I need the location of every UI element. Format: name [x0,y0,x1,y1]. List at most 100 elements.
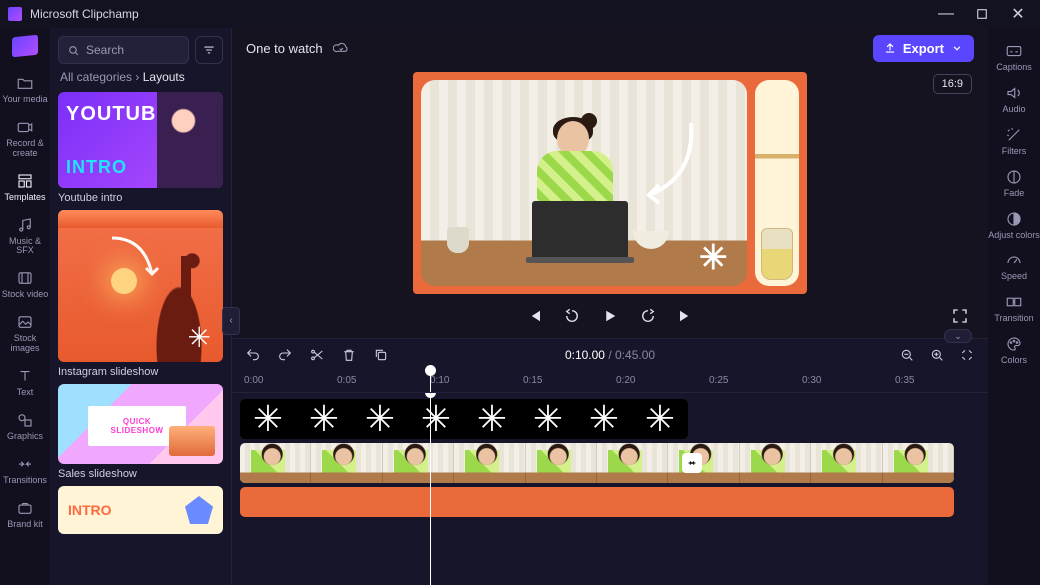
fade-icon [1005,168,1023,186]
split-button[interactable] [308,346,326,364]
nav-graphics[interactable]: Graphics [0,405,50,447]
prop-audio[interactable]: Audio [988,78,1040,120]
seek-forward-button[interactable] [638,306,658,326]
thumb-text: SLIDESHOW [111,426,164,435]
duplicate-button[interactable] [372,346,390,364]
music-note-icon [16,216,34,234]
nav-your-media[interactable]: Your media [0,68,50,110]
nav-brand-kit[interactable]: Brand kit [0,493,50,535]
title-bar: Microsoft Clipchamp — ✕ [0,0,1040,28]
clipchamp-logo-icon[interactable] [12,35,38,58]
template-thumb[interactable]: YOUTUBEINTRO [58,92,223,188]
shape-icon [185,496,213,524]
nav-stock-video[interactable]: Stock video [0,263,50,305]
skip-start-button[interactable] [524,306,544,326]
clip-graphics[interactable]: ✳✳✳✳✳✳✳✳ [240,399,688,439]
playhead[interactable] [430,371,431,392]
nav-record-create[interactable]: Record & create [0,112,50,164]
arrow-icon [631,117,701,207]
nav-label: Graphics [7,432,43,442]
preview-canvas[interactable]: ✳ [413,72,807,294]
camera-plus-icon [16,118,34,136]
aspect-ratio-button[interactable]: 16:9 [933,74,972,94]
prop-transition[interactable]: Transition [988,287,1040,329]
briefcase-icon [16,499,34,517]
ruler-tick: 0:00 [244,375,263,386]
timeline-ruler[interactable]: 0:00 0:05 0:10 0:15 0:20 0:25 0:30 0:35 [232,371,988,393]
template-thumb[interactable]: ✳ [58,210,223,362]
prop-captions[interactable]: Captions [988,36,1040,78]
prop-speed[interactable]: Speed [988,245,1040,287]
clip-background[interactable] [240,487,954,517]
speedometer-icon [1005,251,1023,269]
breadcrumb-root[interactable]: All categories [60,70,132,84]
window-maximize-button[interactable] [968,2,996,26]
ruler-tick: 0:20 [616,375,635,386]
search-input[interactable]: Search [58,36,189,64]
delete-button[interactable] [340,346,358,364]
window-close-button[interactable]: ✕ [1004,2,1032,26]
nav-templates[interactable]: Templates [0,166,50,208]
track-video[interactable] [236,443,988,483]
template-label: Instagram slideshow [58,366,223,378]
template-intro[interactable]: INTRO [58,486,223,534]
nav-stock-images[interactable]: Stock images [0,307,50,359]
nav-music-sfx[interactable]: Music & SFX [0,210,50,262]
timeline-tracks[interactable]: ✳✳✳✳✳✳✳✳ [232,393,988,585]
template-instagram-slideshow[interactable]: ✳ Instagram slideshow [58,210,223,378]
transition-marker[interactable] [682,453,702,473]
undo-button[interactable] [244,346,262,364]
templates-icon [16,172,34,190]
template-youtube-intro[interactable]: YOUTUBEINTRO Youtube intro [58,92,223,204]
film-icon [16,269,34,287]
playhead-line[interactable] [430,393,431,585]
nav-text[interactable]: Text [0,361,50,403]
track-background[interactable] [236,487,988,517]
template-sales-slideshow[interactable]: QUICKSLIDESHOW Sales slideshow [58,384,223,480]
prop-filters[interactable]: Filters [988,120,1040,162]
timeline-toolbar: 0:10.00 / 0:45.00 [232,339,988,371]
thumb-text: INTRO [66,158,149,176]
prop-colors[interactable]: Colors [988,329,1040,371]
zoom-fit-button[interactable] [958,346,976,364]
timeline: ⌄ 0:10.00 / 0:45.00 [232,338,988,585]
template-thumb[interactable]: INTRO [58,486,223,534]
thumb-text: QUICK [123,417,151,426]
clip-video[interactable] [240,443,954,483]
upload-icon [883,41,897,55]
play-button[interactable] [600,306,620,326]
zoom-in-button[interactable] [928,346,946,364]
skip-end-button[interactable] [676,306,696,326]
breadcrumb-sep: › [135,70,139,84]
redo-button[interactable] [276,346,294,364]
ruler-tick: 0:25 [709,375,728,386]
chevron-down-icon [950,41,964,55]
prop-label: Colors [1001,356,1027,366]
prop-label: Speed [1001,272,1027,282]
seek-back-button[interactable] [562,306,582,326]
ruler-tick: 0:30 [802,375,821,386]
sparkle-icon: ✳ [699,238,728,278]
search-placeholder: Search [86,43,124,57]
image-icon [16,313,34,331]
template-thumb[interactable]: QUICKSLIDESHOW [58,384,223,464]
prop-label: Filters [1002,147,1027,157]
track-overlay[interactable]: ✳✳✳✳✳✳✳✳ [236,399,988,439]
prop-label: Audio [1002,105,1025,115]
window-minimize-button[interactable]: — [932,2,960,26]
filter-button[interactable] [195,36,223,64]
fullscreen-button[interactable] [950,306,970,326]
cloud-sync-icon[interactable] [333,40,349,56]
prop-fade[interactable]: Fade [988,162,1040,204]
nav-label: Your media [2,95,47,105]
zoom-out-button[interactable] [898,346,916,364]
breadcrumb[interactable]: All categories › Layouts [50,70,231,92]
nav-transitions[interactable]: Transitions [0,449,50,491]
main-area: One to watch Export 16:9 [232,28,988,585]
contrast-icon [1005,210,1023,228]
filter-icon [202,43,216,57]
nav-label: Stock video [2,290,49,300]
prop-adjust-colors[interactable]: Adjust colors [988,204,1040,246]
project-title[interactable]: One to watch [246,41,323,56]
export-button[interactable]: Export [873,35,974,62]
